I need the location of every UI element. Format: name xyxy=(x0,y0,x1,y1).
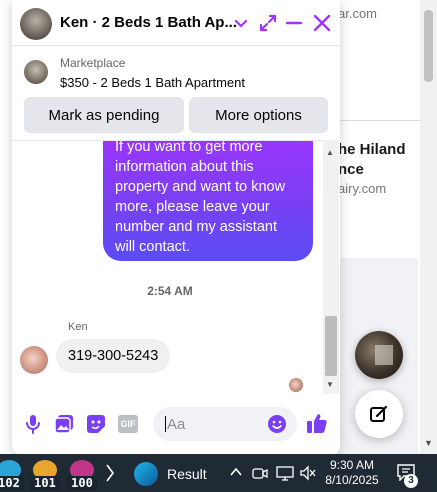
new-message-button[interactable] xyxy=(355,390,403,438)
search-result-domain[interactable]: ar.com xyxy=(338,6,377,21)
page-scrollbar-thumb[interactable] xyxy=(424,10,433,82)
marketplace-listing[interactable]: Marketplace $350 - 2 Beds 1 Bath Apartme… xyxy=(12,52,340,92)
photo-icon[interactable] xyxy=(54,414,74,434)
chevron-right-icon[interactable] xyxy=(104,462,116,484)
compose-icon xyxy=(370,405,388,422)
chat-title[interactable]: Ken · 2 Beds 1 Bath Ap... xyxy=(60,14,237,31)
volume-icon[interactable] xyxy=(300,465,316,481)
mark-as-pending-button[interactable]: Mark as pending xyxy=(24,97,184,133)
message-input-placeholder: Aa xyxy=(167,416,186,433)
taskbar-app-button[interactable]: 102 xyxy=(0,460,24,490)
taskbar-clock[interactable]: 9:30 AM 8/10/2025 xyxy=(316,458,388,488)
minimized-chat-avatar[interactable] xyxy=(355,331,403,379)
chat-scrollbar-thumb[interactable] xyxy=(325,316,337,376)
more-options-button[interactable]: More options xyxy=(189,97,328,133)
marketplace-label: Marketplace xyxy=(60,56,126,70)
scroll-down-arrow-icon[interactable]: ▼ xyxy=(326,380,334,389)
taskbar-result-label[interactable]: Result xyxy=(167,466,207,482)
gif-icon[interactable]: GIF xyxy=(118,415,138,433)
chevron-up-icon[interactable] xyxy=(229,465,243,479)
like-icon[interactable] xyxy=(306,412,328,434)
windows-taskbar: 102 101 100 Result 9:30 AM 8/10/2025 3 xyxy=(0,454,437,492)
emoji-icon[interactable] xyxy=(267,414,287,434)
taskbar-app-button[interactable]: 100 xyxy=(67,460,97,490)
score-label: 101 xyxy=(30,476,60,490)
sticker-icon[interactable] xyxy=(86,414,106,434)
meet-now-icon[interactable] xyxy=(252,465,268,481)
chevron-down-icon[interactable] xyxy=(234,14,248,32)
title-line-1: he Hiland xyxy=(338,141,406,158)
taskbar-app-button[interactable]: 101 xyxy=(30,460,60,490)
clock-date: 8/10/2025 xyxy=(325,473,379,487)
message-timestamp: 2:54 AM xyxy=(147,284,193,298)
search-result-domain-2[interactable]: airy.com xyxy=(338,181,386,196)
sender-avatar[interactable] xyxy=(20,346,48,374)
listing-thumbnail xyxy=(24,60,48,84)
listing-actions: Mark as pending More options xyxy=(24,97,328,133)
message-list[interactable]: If you want to get more information abou… xyxy=(12,140,328,394)
score-label: 102 xyxy=(0,476,24,490)
outgoing-message[interactable]: If you want to get more information abou… xyxy=(103,141,313,261)
microphone-icon[interactable] xyxy=(24,414,42,434)
network-icon[interactable] xyxy=(276,465,294,481)
listing-title: $350 - 2 Beds 1 Bath Apartment xyxy=(60,75,246,90)
search-result-title[interactable]: he Hiland nce xyxy=(338,140,406,180)
notification-count-badge: 3 xyxy=(404,474,418,488)
message-composer: GIF Aa xyxy=(12,400,340,448)
text-caret xyxy=(165,416,166,432)
chat-header: Ken · 2 Beds 1 Bath Ap... xyxy=(12,0,340,46)
incoming-message[interactable]: 319-300-5243 xyxy=(56,339,171,373)
score-label: 100 xyxy=(67,476,97,490)
contact-avatar[interactable] xyxy=(20,8,52,40)
sender-name: Ken xyxy=(68,321,88,333)
close-icon[interactable] xyxy=(312,13,332,33)
read-receipt-avatar xyxy=(289,378,303,392)
scroll-up-arrow-icon[interactable]: ▲ xyxy=(326,148,334,157)
divider xyxy=(338,120,420,121)
chat-window: Ken · 2 Beds 1 Bath Ap... Marketplace $3… xyxy=(12,0,340,454)
minimize-icon[interactable] xyxy=(284,13,304,33)
title-line-2: nce xyxy=(338,161,364,178)
expand-icon[interactable] xyxy=(258,13,278,33)
clock-time: 9:30 AM xyxy=(329,458,375,472)
cricket-app-icon[interactable] xyxy=(134,462,158,486)
scroll-down-arrow-icon[interactable]: ▼ xyxy=(424,438,433,448)
